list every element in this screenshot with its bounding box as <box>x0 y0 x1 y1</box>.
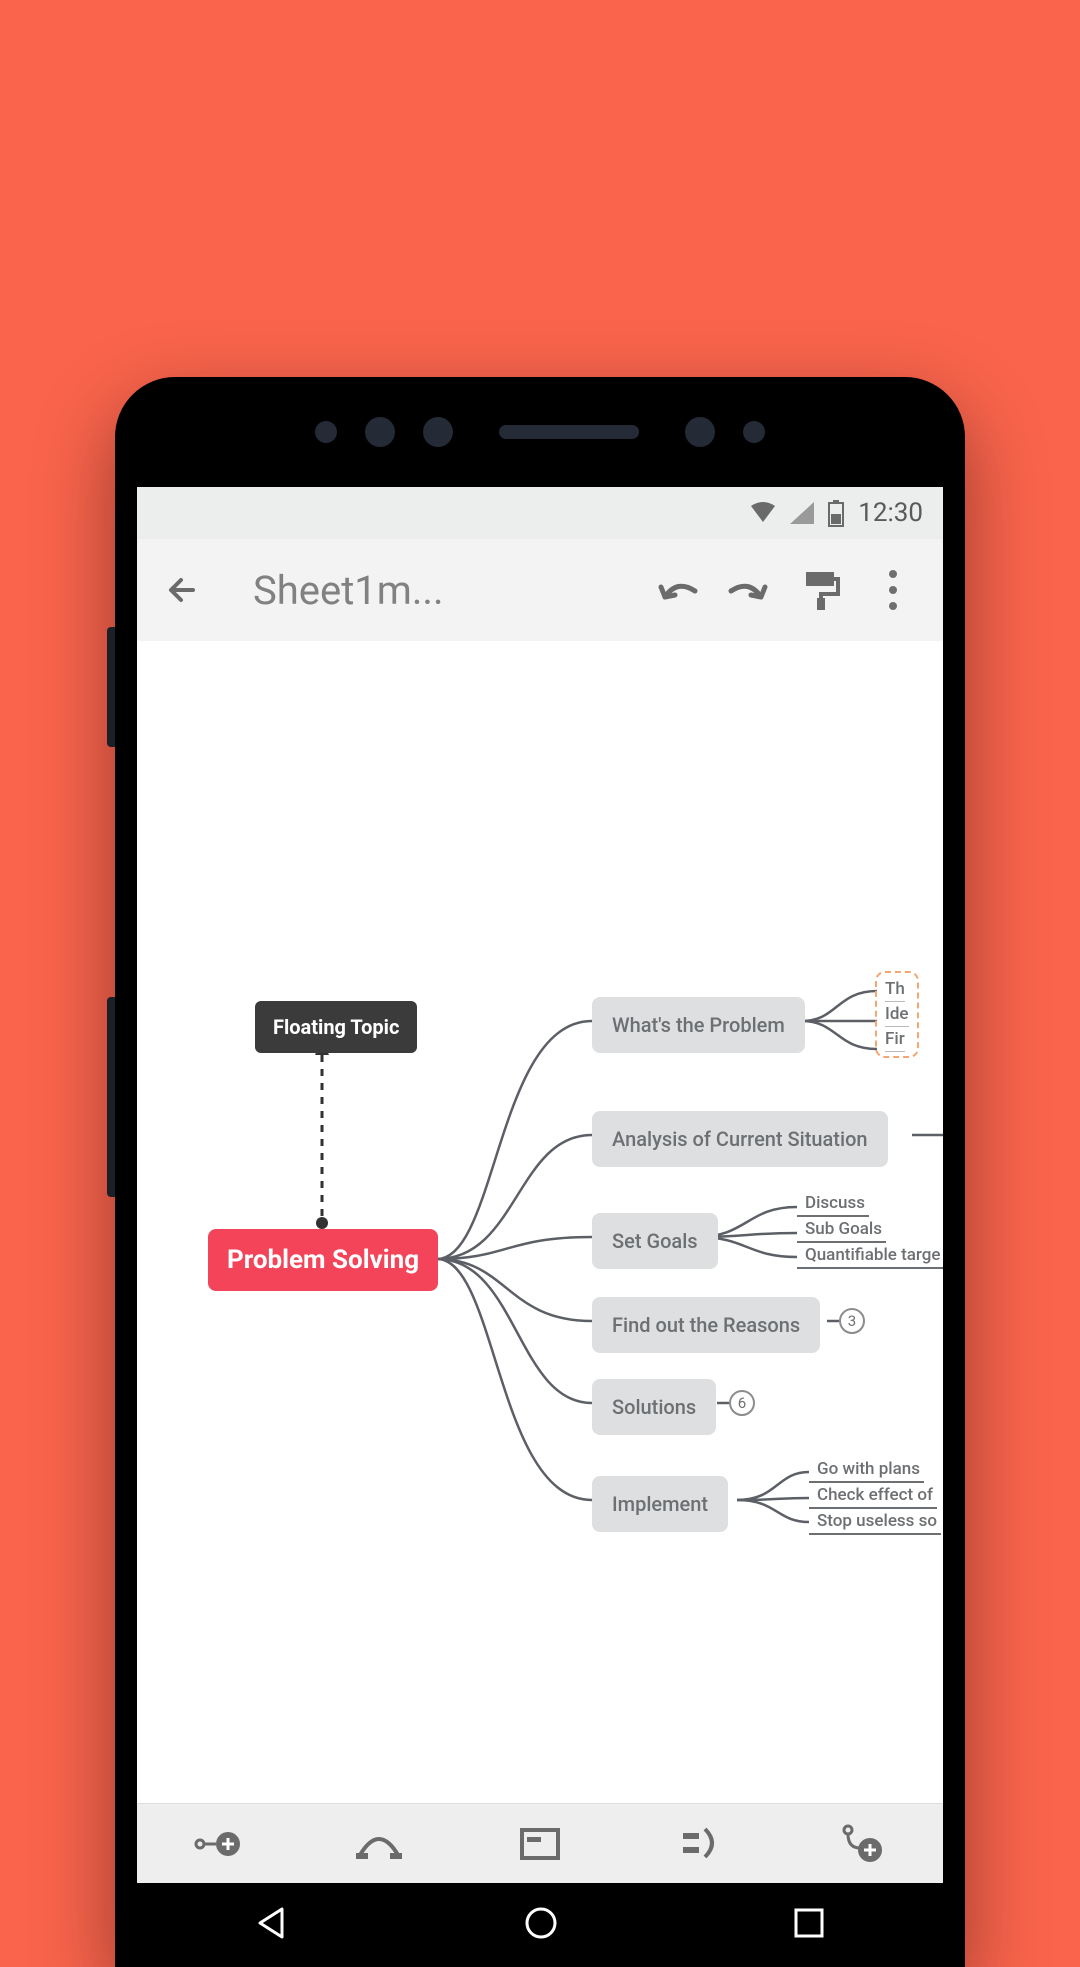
leaf-node[interactable]: Sub Goals <box>797 1217 886 1243</box>
branch-label: Set Goals <box>612 1229 698 1253</box>
root-node[interactable]: Problem Solving <box>208 1229 438 1291</box>
phone-side-button <box>107 997 115 1197</box>
child-count-badge[interactable]: 3 <box>839 1308 865 1334</box>
leaf-node[interactable]: Check effect of <box>809 1483 937 1509</box>
leaf-node[interactable]: Discuss <box>797 1191 869 1217</box>
leaf-label: Ide <box>885 1002 909 1027</box>
undo-icon <box>655 575 699 605</box>
leaf-group-dashed[interactable]: Th Ide Fir <box>875 971 919 1058</box>
branch-node[interactable]: Find out the Reasons <box>592 1297 820 1353</box>
leaf-node[interactable]: Quantifiable targe <box>797 1243 943 1269</box>
android-back-button[interactable] <box>254 1905 290 1945</box>
wifi-icon <box>750 502 776 524</box>
signal-icon <box>790 502 814 524</box>
arrow-left-icon <box>165 572 201 608</box>
branch-node[interactable]: Implement <box>592 1476 728 1532</box>
battery-icon <box>828 500 844 526</box>
add-note-button[interactable] <box>510 1814 570 1874</box>
branch-node[interactable]: What's the Problem <box>592 997 805 1053</box>
add-floating-icon <box>840 1824 884 1864</box>
more-menu-button[interactable] <box>861 560 925 620</box>
branch-label: Analysis of Current Situation <box>612 1127 868 1151</box>
document-title[interactable]: Sheet1m... <box>219 567 637 614</box>
leaf-label: Th <box>885 977 905 1002</box>
leaf-label: Check effect of <box>817 1485 933 1505</box>
add-boundary-button[interactable] <box>671 1814 731 1874</box>
status-time: 12:30 <box>858 498 923 528</box>
add-subtopic-button[interactable] <box>188 1814 248 1874</box>
mindmap-canvas[interactable]: Floating Topic Problem Solving What's th… <box>137 641 943 1803</box>
android-home-button[interactable] <box>523 1905 559 1945</box>
branch-label: Find out the Reasons <box>612 1313 800 1337</box>
circle-home-icon <box>523 1905 559 1941</box>
relationship-icon <box>354 1827 404 1861</box>
add-floating-topic-button[interactable] <box>832 1814 892 1874</box>
android-nav-bar <box>137 1883 943 1967</box>
back-button[interactable] <box>155 562 211 618</box>
phone-frame: 12:30 Sheet1m... <box>115 377 965 1967</box>
screen: 12:30 Sheet1m... <box>137 487 943 1967</box>
square-recent-icon <box>792 1906 826 1940</box>
paint-roller-icon <box>804 570 838 610</box>
child-count-badge[interactable]: 6 <box>729 1390 755 1416</box>
add-subtopic-icon <box>194 1827 242 1861</box>
branch-label: Solutions <box>612 1395 696 1419</box>
leaf-node[interactable]: Stop useless so <box>809 1509 941 1535</box>
branch-node[interactable]: Analysis of Current Situation <box>592 1111 888 1167</box>
redo-button[interactable] <box>717 560 781 620</box>
phone-top-hardware <box>115 377 965 487</box>
status-bar: 12:30 <box>137 487 943 539</box>
leaf-label: Stop useless so <box>817 1511 937 1531</box>
add-relationship-button[interactable] <box>349 1814 409 1874</box>
leaf-label: Discuss <box>805 1193 865 1213</box>
triangle-back-icon <box>254 1905 290 1941</box>
android-recent-button[interactable] <box>792 1906 826 1944</box>
format-button[interactable] <box>789 560 853 620</box>
count-value: 6 <box>738 1394 746 1412</box>
count-value: 3 <box>848 1312 856 1330</box>
boundary-icon <box>681 1827 721 1861</box>
root-label: Problem Solving <box>227 1245 419 1275</box>
bottom-toolbar <box>137 1803 943 1883</box>
branch-node[interactable]: Set Goals <box>592 1213 718 1269</box>
floating-topic-node[interactable]: Floating Topic <box>255 1001 417 1053</box>
undo-button[interactable] <box>645 560 709 620</box>
note-icon <box>519 1827 561 1861</box>
leaf-node[interactable]: Go with plans <box>809 1457 924 1483</box>
more-vertical-icon <box>889 570 897 610</box>
leaf-label: Quantifiable targe <box>805 1245 941 1265</box>
branch-label: What's the Problem <box>612 1013 785 1037</box>
redo-icon <box>727 575 771 605</box>
leaf-label: Fir <box>885 1027 905 1052</box>
branch-node[interactable]: Solutions <box>592 1379 716 1435</box>
app-top-bar: Sheet1m... <box>137 539 943 641</box>
leaf-label: Go with plans <box>817 1459 920 1479</box>
floating-topic-label: Floating Topic <box>273 1015 399 1039</box>
phone-side-button <box>107 627 115 747</box>
branch-label: Implement <box>612 1492 708 1516</box>
leaf-label: Sub Goals <box>805 1219 882 1239</box>
